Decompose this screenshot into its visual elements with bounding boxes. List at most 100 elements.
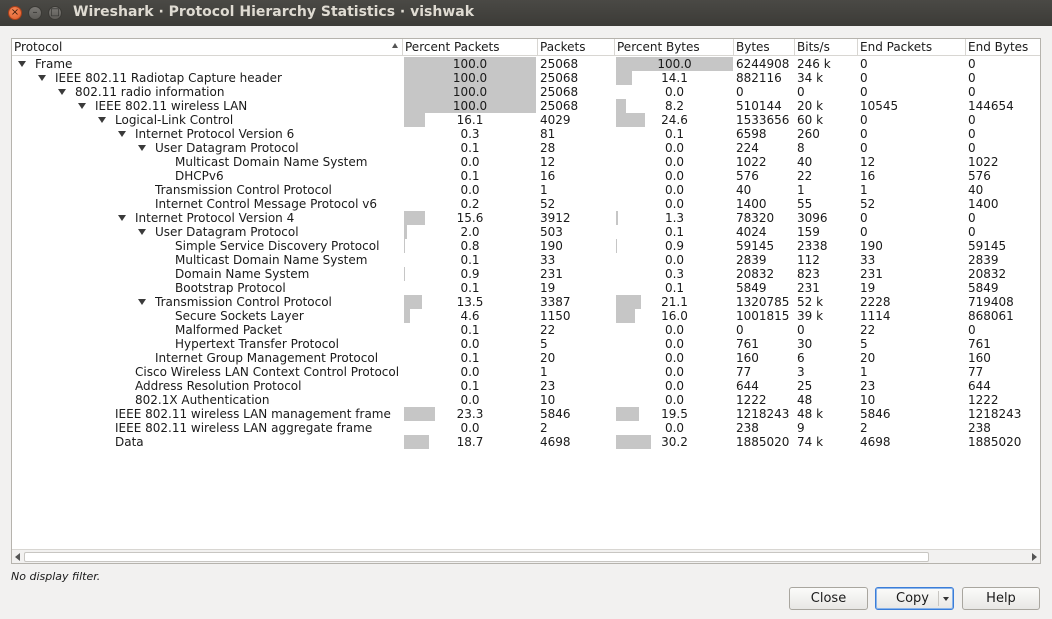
table-row[interactable]: DHCPv6 0.1 16 0.0 576 22 16 576 [12,169,1040,183]
tree-expand-arrow-icon[interactable] [138,145,146,151]
end-packets-cell: 23 [860,379,876,393]
column-header-bits-per-sec[interactable]: Bits/s [795,39,858,56]
table-row[interactable]: 802.1X Authentication 0.0 10 0.0 1222 48 10 122… [12,393,1040,407]
tree-expand-arrow-icon[interactable] [58,89,66,95]
protocol-hierarchy-table[interactable]: Protocol Percent Packets Packets Percent… [11,38,1041,564]
help-button[interactable]: Help [962,587,1040,610]
percent-bytes-cell-value: 0.0 [664,197,685,211]
bytes-cell: 20832 [736,267,775,281]
packets-cell: 16 [540,169,556,183]
column-header-percent-packets[interactable]: Percent Packets [403,39,538,56]
percent-bytes-cell-value: 14.1 [661,71,688,85]
table-row[interactable]: Internet Protocol Version 4 15.6 3912 1.3 78… [12,211,1040,225]
table-row[interactable]: Secure Sockets Layer 4.6 1150 16.0 1001815 39… [12,309,1040,323]
tree-expand-arrow-icon[interactable] [78,103,86,109]
window-maximize-icon[interactable]: □ [48,6,62,20]
end-packets-cell: 0 [860,225,868,239]
end-bytes-cell: 0 [968,113,976,127]
table-row[interactable]: Internet Group Management Protocol 0.1 20 0… [12,351,1040,365]
protocol-cell: DHCPv6 [175,169,224,183]
table-row[interactable]: Multicast Domain Name System 0.1 33 0.0 2839… [12,253,1040,267]
protocol-cell: User Datagram Protocol [155,141,299,155]
window-close-icon[interactable]: × [8,6,22,20]
percent-bytes-cell: 0.0 [616,169,733,183]
end-bytes-cell: 1400 [968,197,999,211]
bits-per-sec-cell: 48 [797,393,813,407]
tree-expand-arrow-icon[interactable] [98,117,106,123]
table-row[interactable]: User Datagram Protocol 0.1 28 0.0 224 8 0 0 [12,141,1040,155]
bytes-cell: 761 [736,337,759,351]
sort-ascending-icon [392,43,398,48]
bytes-cell: 1533656 [736,113,790,127]
table-row[interactable]: Multicast Domain Name System 0.0 12 0.0 1022… [12,155,1040,169]
bytes-cell: 882116 [736,71,782,85]
scroll-right-arrow-icon[interactable] [1032,553,1037,561]
percent-bytes-cell: 0.0 [616,141,733,155]
end-packets-cell: 52 [860,197,876,211]
scroll-left-arrow-icon[interactable] [15,553,20,561]
tree-expand-arrow-icon[interactable] [38,75,46,81]
packets-cell: 5846 [540,407,571,421]
table-row[interactable]: Domain Name System 0.9 231 0.3 20832 823 231 20… [12,267,1040,281]
bits-per-sec-cell: 40 [797,155,813,169]
end-packets-cell: 5 [860,337,868,351]
column-header-end-packets[interactable]: End Packets [858,39,966,56]
percent-bytes-cell: 0.1 [616,127,733,141]
tree-expand-arrow-icon[interactable] [118,215,126,221]
close-button[interactable]: Close [789,587,868,610]
table-row[interactable]: Frame 100.0 25068 100.0 6244908 246 k 0 0 [12,57,1040,71]
scrollbar-thumb[interactable] [24,552,929,562]
horizontal-scrollbar[interactable] [12,549,1040,563]
end-bytes-cell: 0 [968,71,976,85]
percent-packets-cell-value: 0.1 [460,323,480,337]
bits-per-sec-cell: 159 [797,225,820,239]
percent-packets-cell: 0.8 [404,239,536,253]
table-body: Frame 100.0 25068 100.0 6244908 246 k 0 0 IEEE 8… [12,57,1040,449]
table-row[interactable]: Simple Service Discovery Protocol 0.8 190 0… [12,239,1040,253]
column-header-end-bytes[interactable]: End Bytes [966,39,1040,56]
percent-packets-cell-value: 100.0 [452,99,488,113]
bits-per-sec-cell: 55 [797,197,813,211]
column-header-packets[interactable]: Packets [538,39,615,56]
percent-bytes-cell: 24.6 [616,113,733,127]
table-row[interactable]: 802.11 radio information 100.0 25068 0.0 0 0 0… [12,85,1040,99]
tree-expand-arrow-icon[interactable] [118,131,126,137]
table-row[interactable]: Address Resolution Protocol 0.1 23 0.0 644 25… [12,379,1040,393]
bytes-cell: 1400 [736,197,767,211]
percent-packets-cell: 16.1 [404,113,536,127]
window-minimize-icon[interactable]: – [28,6,42,20]
chevron-down-icon[interactable] [943,597,949,601]
table-row[interactable]: IEEE 802.11 Radiotap Capture header 100.0… [12,71,1040,85]
table-row[interactable]: Logical-Link Control 16.1 4029 24.6 1533656 6… [12,113,1040,127]
bits-per-sec-cell: 20 k [797,99,824,113]
bits-per-sec-cell: 231 [797,281,820,295]
table-row[interactable]: Cisco Wireless LAN Context Control Proto… [12,365,1040,379]
tree-expand-arrow-icon[interactable] [138,299,146,305]
tree-expand-arrow-icon[interactable] [18,61,26,67]
table-row[interactable]: User Datagram Protocol 2.0 503 0.1 4024 159 0 0 [12,225,1040,239]
table-row[interactable]: IEEE 802.11 wireless LAN management fram… [12,407,1040,421]
packets-cell: 190 [540,239,563,253]
protocol-cell: Domain Name System [175,267,310,281]
copy-button[interactable]: Copy [875,587,954,610]
table-row[interactable]: Transmission Control Protocol 13.5 3387 21.… [12,295,1040,309]
table-row[interactable]: Internet Protocol Version 6 0.3 81 0.1 6598 2… [12,127,1040,141]
table-row[interactable]: Transmission Control Protocol 0.0 1 0.0 40 1 1… [12,183,1040,197]
table-row[interactable]: Malformed Packet 0.1 22 0.0 0 0 22 0 [12,323,1040,337]
tree-expand-arrow-icon[interactable] [138,229,146,235]
end-packets-cell: 4698 [860,435,891,449]
percent-packets-cell: 2.0 [404,225,536,239]
table-header: Protocol Percent Packets Packets Percent… [12,39,1040,56]
packets-cell: 1150 [540,309,571,323]
table-row[interactable]: IEEE 802.11 wireless LAN 100.0 25068 8.2 510… [12,99,1040,113]
table-row[interactable]: Hypertext Transfer Protocol 0.0 5 0.0 761 30 5… [12,337,1040,351]
column-header-protocol[interactable]: Protocol [12,39,403,56]
table-row[interactable]: Internet Control Message Protocol v6 0.2 5… [12,197,1040,211]
table-row[interactable]: Bootstrap Protocol 0.1 19 0.1 5849 231 19 5849 [12,281,1040,295]
table-row[interactable]: Data 18.7 4698 30.2 1885020 74 k 4698 1885020 [12,435,1040,449]
protocol-cell: Simple Service Discovery Protocol [175,239,380,253]
column-header-bytes[interactable]: Bytes [734,39,795,56]
table-row[interactable]: IEEE 802.11 wireless LAN aggregate frame… [12,421,1040,435]
column-header-percent-bytes[interactable]: Percent Bytes [615,39,734,56]
percent-bytes-cell: 0.0 [616,253,733,267]
